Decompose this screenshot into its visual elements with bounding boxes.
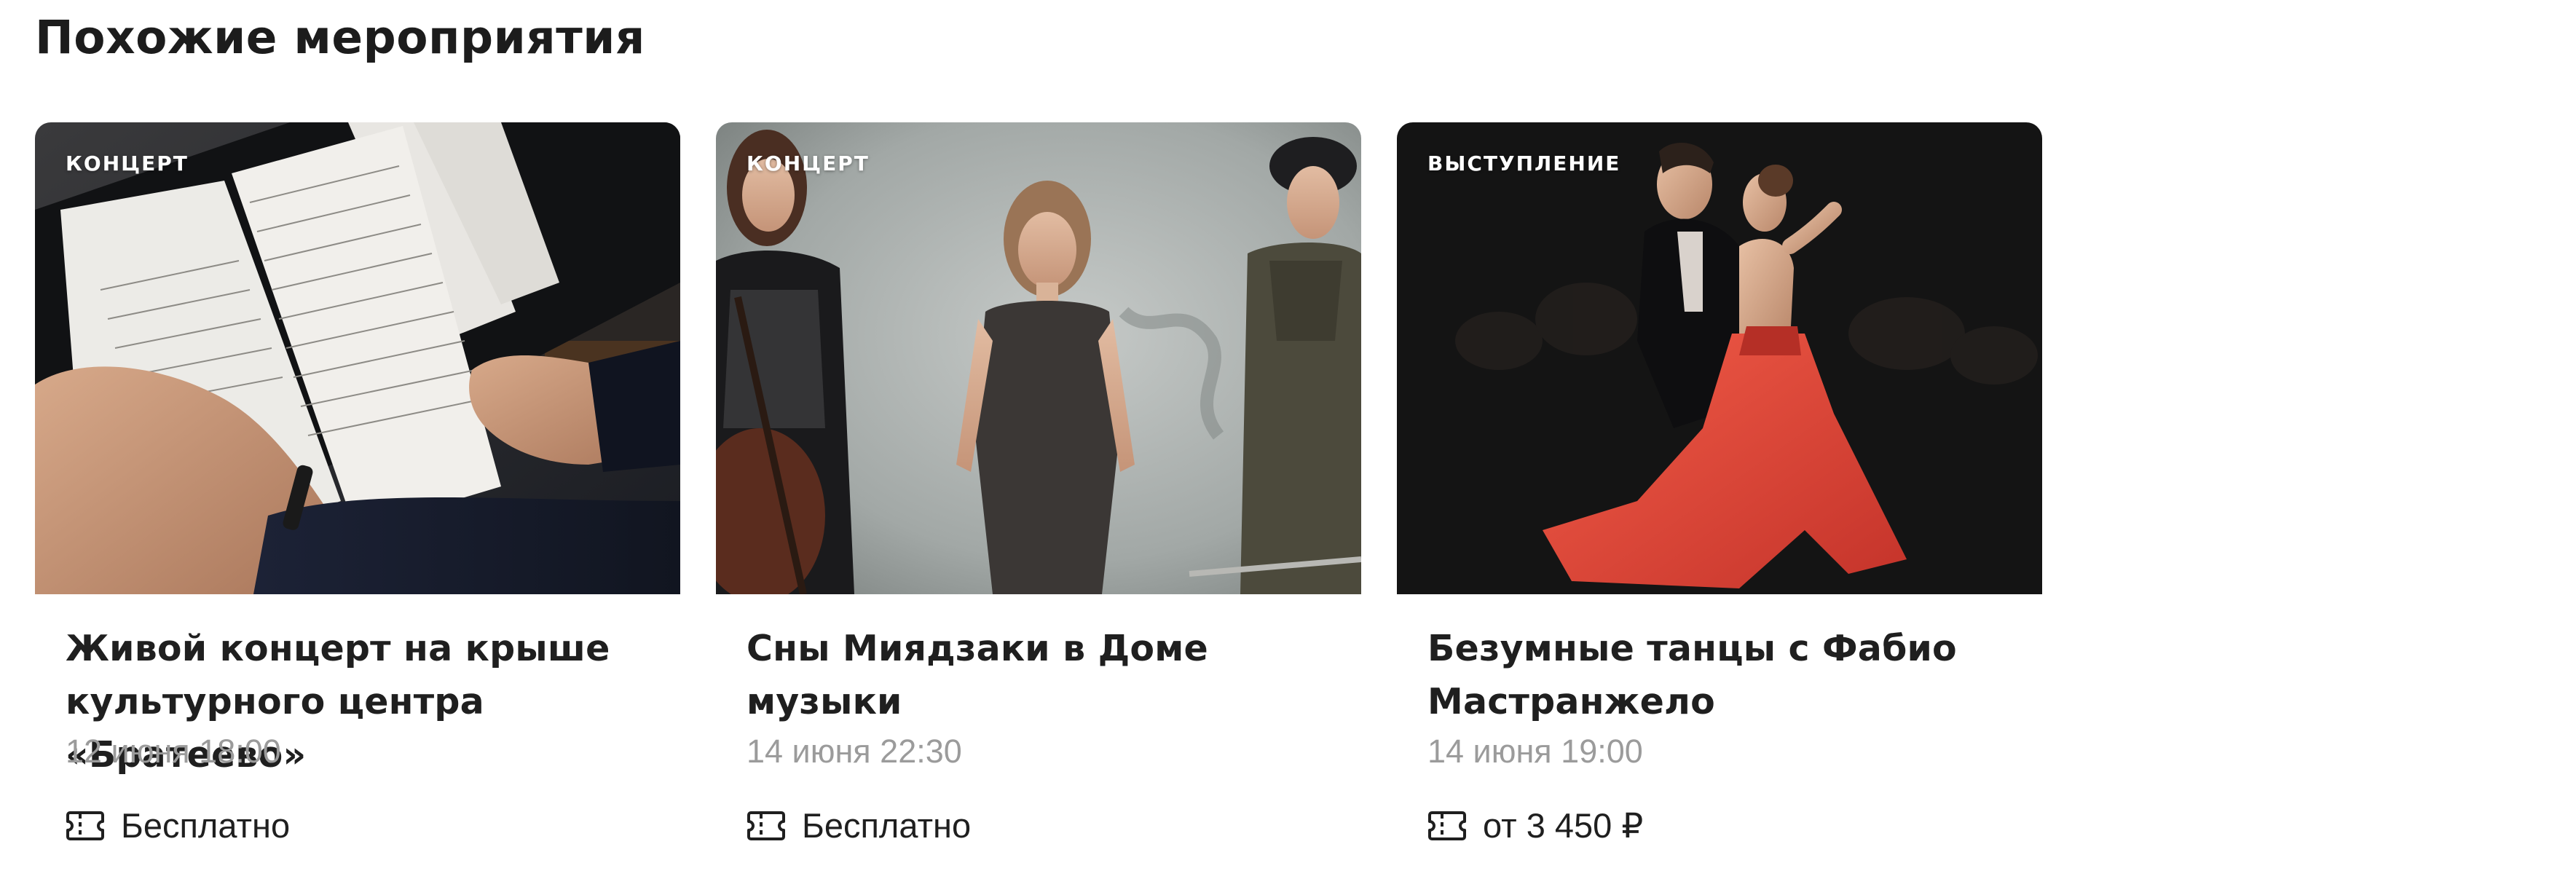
event-date: 14 июня 22:30 — [747, 733, 962, 770]
event-price: от 3 450 ₽ — [1427, 805, 2020, 846]
event-price: Бесплатно — [747, 805, 1339, 846]
event-image-dancers[interactable]: ВЫСТУПЛЕНИЕ — [1397, 122, 2042, 594]
category-badge: КОНЦЕРТ — [747, 151, 870, 176]
event-date: 12 июня 18:00 — [66, 733, 281, 770]
price-label: Бесплатно — [121, 806, 291, 845]
ticket-icon — [66, 810, 105, 842]
section-title: Похожие мероприятия — [35, 11, 645, 64]
event-price: Бесплатно — [66, 805, 658, 846]
three-musicians-photo — [716, 122, 1361, 594]
price-label: от 3 450 ₽ — [1483, 806, 1644, 845]
event-title-link[interactable]: Живой концерт на крыше культурного центр… — [66, 622, 658, 776]
event-date: 14 июня 19:00 — [1427, 733, 1643, 770]
event-image-musicians[interactable]: КОНЦЕРТ — [716, 122, 1361, 594]
event-card[interactable]: ВЫСТУПЛЕНИЕ Безумные танцы с Фабио Мастр… — [1397, 122, 2042, 846]
ticket-icon — [1427, 810, 1467, 842]
event-card[interactable]: КОНЦЕРТ Живой концерт на крыше культурно… — [35, 122, 680, 846]
event-title-link[interactable]: Сны Миядзаки в Доме музыки — [747, 622, 1339, 728]
price-label: Бесплатно — [802, 806, 972, 845]
event-image-sheet-music[interactable]: КОНЦЕРТ — [35, 122, 680, 594]
event-title-link[interactable]: Безумные танцы с Фабио Мастранжело — [1427, 622, 2020, 728]
sheet-music-photo — [35, 122, 680, 594]
events-list: КОНЦЕРТ Живой концерт на крыше культурно… — [35, 122, 2042, 846]
category-badge: ВЫСТУПЛЕНИЕ — [1427, 151, 1621, 176]
event-card[interactable]: КОНЦЕРТ Сны Миядзаки в Доме музыки 14 ию… — [716, 122, 1361, 846]
ticket-icon — [747, 810, 786, 842]
category-badge: КОНЦЕРТ — [66, 151, 189, 176]
tango-dancers-photo — [1397, 122, 2042, 594]
